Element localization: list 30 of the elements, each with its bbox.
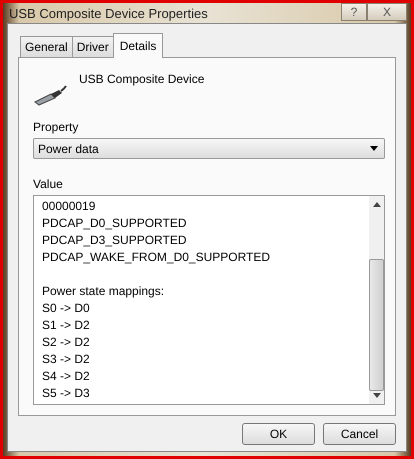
value-line: Power state mappings: bbox=[42, 283, 166, 300]
scroll-up-icon[interactable] bbox=[372, 202, 380, 207]
value-line: S1 -> D2 bbox=[42, 317, 91, 334]
usb-plug-icon bbox=[33, 84, 67, 106]
value-line: 00000019 bbox=[42, 198, 96, 215]
window-title: USB Composite Device Properties bbox=[9, 6, 208, 20]
tab[interactable]: Driver bbox=[72, 36, 114, 57]
tab[interactable]: General bbox=[20, 36, 73, 57]
value-line: S3 -> D2 bbox=[42, 351, 91, 368]
value-line: PDCAP_D0_SUPPORTED bbox=[42, 215, 188, 232]
value-label: Value bbox=[33, 177, 64, 191]
scroll-down-icon[interactable] bbox=[372, 393, 380, 398]
value-line: S4 -> D2 bbox=[42, 368, 91, 385]
value-line: S5 -> D3 bbox=[42, 385, 91, 402]
value-line: S2 -> D2 bbox=[42, 334, 91, 351]
tab[interactable]: Details bbox=[112, 33, 164, 58]
value-line: S0 -> D0 bbox=[42, 300, 91, 317]
value-list[interactable]: 00000019 PDCAP_D0_SUPPORTED PDCAP_D3_SUPPORTED PDCAP_WAKE_FROM_D0_SUPPORTED Power state mappings: S0 -> D0 S1 -> D2 S2 -> D2 S3 -> D2 S4 -> D2 S5 -> D3 bbox=[33, 195, 385, 405]
value-line: PDCAP_D3_SUPPORTED bbox=[42, 232, 188, 249]
dropdown-arrow-icon bbox=[370, 146, 378, 151]
value-line: PDCAP_WAKE_FROM_D0_SUPPORTED bbox=[42, 249, 272, 266]
close-button[interactable]: X bbox=[367, 3, 407, 21]
scrollbar[interactable] bbox=[369, 196, 384, 404]
cancel-button[interactable]: Cancel bbox=[323, 423, 396, 445]
scrollbar-thumb[interactable] bbox=[369, 259, 384, 391]
ok-button[interactable]: OK bbox=[242, 423, 315, 445]
property-dropdown[interactable]: Power data bbox=[33, 138, 385, 159]
device-name: USB Composite Device bbox=[79, 72, 204, 86]
property-label: Property bbox=[33, 120, 80, 134]
help-button[interactable]: ? bbox=[341, 3, 367, 21]
